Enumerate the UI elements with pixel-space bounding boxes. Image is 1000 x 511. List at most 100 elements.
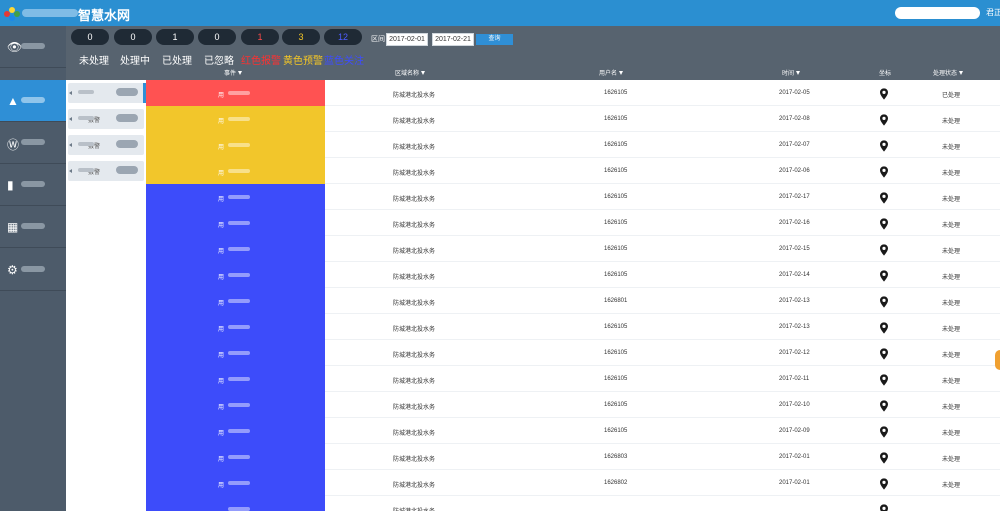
table-row[interactable]: 用 防城港北投水务 1626105 2017-02-12 未处理 [146,340,1000,366]
table-row[interactable]: 用 防城港北投水务 1626802 2017-02-01 未处理 [146,470,1000,496]
event-text-blurred [228,221,250,225]
map-pin-icon[interactable] [880,321,888,334]
table-row[interactable]: 用 防城港北投水务 1626105 2017-02-08 未处理 [146,106,1000,132]
gear-icon: ⚙ [7,263,18,277]
event-cell: 用 [146,418,325,444]
filter-icon[interactable] [238,71,243,76]
event-text-blurred [228,377,250,381]
time-cell: 2017-02-13 [779,324,810,330]
user-cell: 1626105 [604,402,628,408]
nav-item[interactable]: Ⓦ [0,122,66,164]
filter-icon[interactable] [421,71,426,76]
filter-icon[interactable] [619,71,624,76]
count-label[interactable]: 红色报警 [241,52,281,67]
map-pin-icon[interactable] [880,139,888,152]
map-pin-icon[interactable] [880,503,888,511]
count-badge[interactable]: 3 [282,29,320,45]
map-pin-icon[interactable] [880,113,888,126]
filter-icon[interactable] [796,71,801,76]
date-to-input[interactable]: 2017-02-21 [432,33,474,46]
map-pin-icon[interactable] [880,191,888,204]
nav-item[interactable]: ▲ [0,80,66,122]
user-cell: 1626105 [604,350,628,356]
column-header[interactable]: 坐标 [879,68,891,77]
map-pin-icon[interactable] [880,347,888,360]
event-type-item[interactable]: 报警 [66,158,146,184]
count-label[interactable]: 已处理 [162,52,192,67]
event-text: 用 [218,145,225,151]
map-pin-icon[interactable] [880,165,888,178]
count-label[interactable]: 已忽略 [204,52,234,67]
nav-item[interactable]: ▦ [0,206,66,248]
app-title: 智慧水网 [78,9,131,24]
map-pin-icon[interactable] [880,269,888,282]
table-row[interactable]: 用 防城港北投水务 1626105 2017-02-15 未处理 [146,236,1000,262]
table-row[interactable]: 用 防城港北投水务 1626105 2017-02-10 未处理 [146,392,1000,418]
count-badge[interactable]: 0 [114,29,152,45]
table-row[interactable]: 用 防城港北投水务 1626803 2017-02-01 未处理 [146,444,1000,470]
query-button[interactable]: 查询 [476,34,513,45]
table-row[interactable]: 用 防城港北投水务 1626105 2017-02-06 未处理 [146,158,1000,184]
map-pin-icon[interactable] [880,399,888,412]
count-badge[interactable]: 1 [156,29,194,45]
search-input[interactable] [895,7,980,19]
count-badge[interactable]: 0 [198,29,236,45]
user-name[interactable]: 君正 [986,7,1000,18]
map-pin-icon[interactable] [880,243,888,256]
map-pin-icon[interactable] [880,87,888,100]
count-label[interactable]: 处理中 [120,52,150,67]
event-type-count [116,114,138,122]
area-cell: 防城港北投水务 [393,457,436,463]
table-row[interactable]: 用 防城港北投水务 1626105 2017-02-11 未处理 [146,366,1000,392]
map-pin-icon[interactable] [880,217,888,230]
table-row[interactable]: 用 防城港北投水务 1626105 2017-02-07 未处理 [146,132,1000,158]
date-from-input[interactable]: 2017-02-01 [386,33,428,46]
event-type-list: 报警 报警 报警 [66,80,146,511]
column-header[interactable]: 事件 [224,68,243,77]
event-text-blurred [228,169,250,173]
status-cell: 未处理 [942,197,961,203]
count-label[interactable]: 黄色预警 [283,52,323,67]
logo-icon [4,7,20,21]
event-type-item[interactable]: 报警 [66,132,146,158]
nav-label-blurred [21,181,45,187]
column-header[interactable]: 时间 [782,68,801,77]
nav-label-blurred [21,139,45,145]
floating-handle[interactable] [995,350,1000,370]
table-row[interactable]: 用 防城港北投水务 1626801 2017-02-13 未处理 [146,288,1000,314]
event-type-item[interactable] [66,80,146,106]
event-type-label-blurred [78,168,94,172]
count-label[interactable]: 蓝色关注 [324,52,364,67]
event-type-count [116,140,138,148]
event-type-item[interactable]: 报警 [66,106,146,132]
event-cell: 用 [146,366,325,392]
table-row[interactable]: 用 防城港北投水务 1626105 2017-02-16 未处理 [146,210,1000,236]
filter-icon[interactable] [959,71,964,76]
event-cell: 用 [146,210,325,236]
map-pin-icon[interactable] [880,373,888,386]
count-label[interactable]: 未处理 [79,52,109,67]
map-pin-icon[interactable] [880,425,888,438]
map-pin-icon[interactable] [880,451,888,464]
event-type-label-blurred [78,90,94,94]
count-badge[interactable]: 1 [241,29,279,45]
column-header[interactable]: 处理状态 [933,68,964,77]
nav-label-blurred [21,97,45,103]
nav-item[interactable]: ▮ [0,164,66,206]
count-badge[interactable]: 0 [71,29,109,45]
column-header[interactable]: 用户名 [599,68,624,77]
table-row[interactable]: 用 防城港北投水务 1626105 2017-02-09 未处理 [146,418,1000,444]
nav-item[interactable]: 👁 [0,26,66,68]
table-row[interactable]: 防城港北投水务 [146,496,1000,511]
event-cell: 用 [146,106,325,132]
nav-item[interactable]: ⚙ [0,249,66,291]
column-header[interactable]: 区域名称 [395,68,426,77]
table-row[interactable]: 用 防城港北投水务 1626105 2017-02-14 未处理 [146,262,1000,288]
count-badge[interactable]: 12 [324,29,362,45]
time-cell: 2017-02-07 [779,142,810,148]
table-row[interactable]: 用 防城港北投水务 1626105 2017-02-17 未处理 [146,184,1000,210]
map-pin-icon[interactable] [880,295,888,308]
map-pin-icon[interactable] [880,477,888,490]
table-row[interactable]: 用 防城港北投水务 1626105 2017-02-13 未处理 [146,314,1000,340]
table-row[interactable]: 用 防城港北投水务 1626105 2017-02-05 已处理 [146,80,1000,106]
